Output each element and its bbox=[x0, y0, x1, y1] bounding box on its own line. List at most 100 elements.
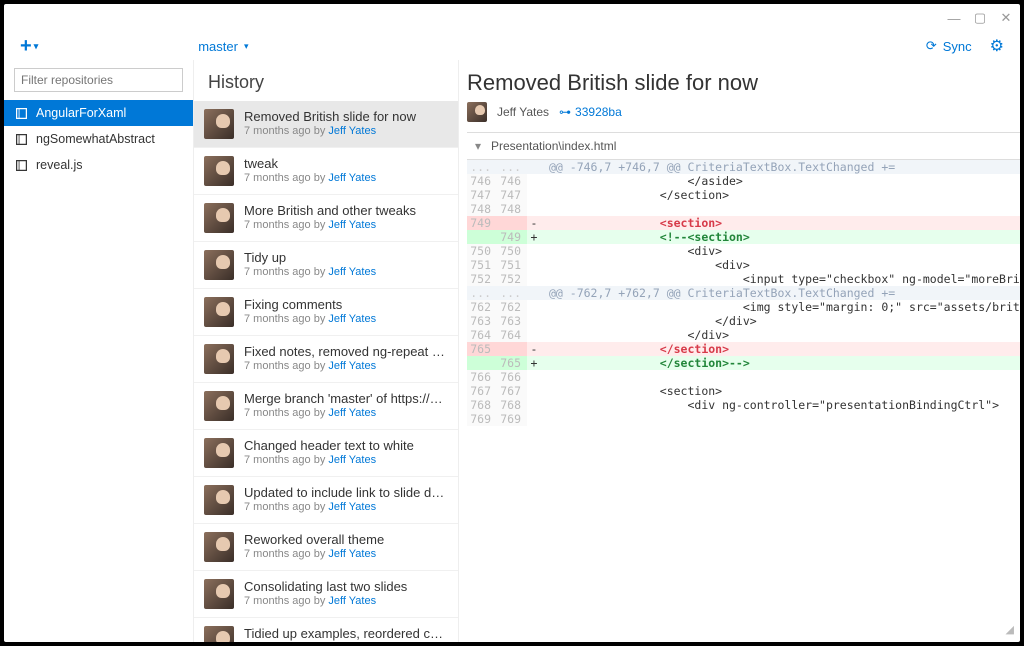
commit-title: Merge branch 'master' of https://github.… bbox=[244, 391, 448, 406]
window-titlebar: — ▢ ✕ bbox=[4, 4, 1020, 32]
filter-repos-input[interactable] bbox=[14, 68, 183, 92]
repo-sidebar: AngularForXaml ngSomewhatAbstract reveal.j… bbox=[4, 60, 194, 642]
commit-item[interactable]: Fixing comments7 months ago by Jeff Yate… bbox=[194, 289, 458, 336]
commit-item[interactable]: tweak7 months ago by Jeff Yates bbox=[194, 148, 458, 195]
repo-item[interactable]: AngularForXaml bbox=[4, 100, 193, 126]
avatar bbox=[204, 626, 234, 642]
repo-icon bbox=[14, 158, 28, 172]
avatar bbox=[204, 485, 234, 515]
diff-line: ......@@ -746,7 +746,7 @@ CriteriaTextBo… bbox=[467, 160, 1024, 174]
avatar bbox=[204, 156, 234, 186]
diff-line: 746746 </aside> bbox=[467, 174, 1024, 188]
diff-line: 750750 <div> bbox=[467, 244, 1024, 258]
avatar bbox=[204, 203, 234, 233]
chevron-down-icon: ▾ bbox=[475, 139, 491, 153]
commit-item[interactable]: More British and other tweaks7 months ag… bbox=[194, 195, 458, 242]
diff-line: 762762 <img style="margin: 0;" src="asse… bbox=[467, 300, 1024, 314]
commit-title: Consolidating last two slides bbox=[244, 579, 448, 594]
diff-line: 765+ </section>--> bbox=[467, 356, 1024, 370]
commit-title: Reworked overall theme bbox=[244, 532, 448, 547]
diff-line: 767767 <section> bbox=[467, 384, 1024, 398]
diff-line: 763763 </div> bbox=[467, 314, 1024, 328]
commit-item[interactable]: Reworked overall theme7 months ago by Je… bbox=[194, 524, 458, 571]
commit-title: Updated to include link to slide deck on… bbox=[244, 485, 448, 500]
diff-line: 769769 bbox=[467, 412, 1024, 426]
commit-meta: 7 months ago by Jeff Yates bbox=[244, 125, 448, 137]
commit-sha-link[interactable]: ⊶ 33928ba bbox=[559, 105, 622, 119]
branch-selector[interactable]: master ▾ bbox=[198, 39, 248, 54]
commit-meta: 7 months ago by Jeff Yates bbox=[244, 313, 448, 325]
commit-title: Tidy up bbox=[244, 250, 448, 265]
diff-line: ......@@ -762,7 +762,7 @@ CriteriaTextBo… bbox=[467, 286, 1024, 300]
diff-line: 748748 bbox=[467, 202, 1024, 216]
diff-line: 764764 </div> bbox=[467, 328, 1024, 342]
repo-item[interactable]: reveal.js bbox=[4, 152, 193, 178]
caret-down-icon: ▾ bbox=[244, 41, 249, 52]
avatar bbox=[204, 250, 234, 280]
sync-label: Sync bbox=[943, 39, 972, 54]
commit-item[interactable]: Updated to include link to slide deck on… bbox=[194, 477, 458, 524]
commit-title: Fixed notes, removed ng-repeat demo bbox=[244, 344, 448, 359]
commit-title: Tidied up examples, reordered content, e… bbox=[244, 626, 448, 641]
commit-meta: 7 months ago by Jeff Yates bbox=[244, 172, 448, 184]
diff-line: 749- <section> bbox=[467, 216, 1024, 230]
add-button[interactable]: + ▾ bbox=[20, 35, 38, 58]
close-button[interactable]: ✕ bbox=[1000, 12, 1012, 24]
diff-line: 766766 bbox=[467, 370, 1024, 384]
commit-title: Removed British slide for now bbox=[467, 70, 1024, 96]
commit-detail-panel: Removed British slide for now Jeff Yates… bbox=[459, 60, 1024, 642]
settings-button[interactable]: ⚙ bbox=[990, 36, 1004, 56]
toolbar: + ▾ master ▾ ⟳ Sync ⚙ bbox=[4, 32, 1020, 60]
commit-title: Fixing comments bbox=[244, 297, 448, 312]
commit-meta: 7 months ago by Jeff Yates bbox=[244, 360, 448, 372]
repo-item[interactable]: ngSomewhatAbstract bbox=[4, 126, 193, 152]
commit-meta: 7 months ago by Jeff Yates bbox=[244, 219, 448, 231]
commit-meta: 7 months ago by Jeff Yates bbox=[244, 595, 448, 607]
commit-item[interactable]: Changed header text to white7 months ago… bbox=[194, 430, 458, 477]
diff-line: 752752 <input type="checkbox" ng-model="… bbox=[467, 272, 1024, 286]
commit-item[interactable]: Fixed notes, removed ng-repeat demo7 mon… bbox=[194, 336, 458, 383]
commit-title: Changed header text to white bbox=[244, 438, 448, 453]
avatar bbox=[204, 579, 234, 609]
resize-grip[interactable]: ◢ bbox=[1006, 623, 1014, 636]
commit-meta: 7 months ago by Jeff Yates bbox=[244, 407, 448, 419]
gear-icon: ⚙ bbox=[990, 38, 1004, 55]
sync-button[interactable]: ⟳ Sync bbox=[926, 38, 972, 54]
sync-icon: ⟳ bbox=[926, 38, 937, 54]
branch-name: master bbox=[198, 39, 238, 54]
commit-title: tweak bbox=[244, 156, 448, 171]
commit-item[interactable]: Consolidating last two slides7 months ag… bbox=[194, 571, 458, 618]
caret-down-icon: ▾ bbox=[34, 41, 39, 52]
commit-item[interactable]: Merge branch 'master' of https://github.… bbox=[194, 383, 458, 430]
repo-name: ngSomewhatAbstract bbox=[36, 132, 155, 146]
commit-icon: ⊶ bbox=[559, 105, 571, 119]
commit-meta: 7 months ago by Jeff Yates bbox=[244, 548, 448, 560]
commit-list: Removed British slide for now7 months ag… bbox=[194, 101, 458, 642]
commit-meta: 7 months ago by Jeff Yates bbox=[244, 501, 448, 513]
avatar bbox=[204, 438, 234, 468]
history-panel: History Removed British slide for now7 m… bbox=[194, 60, 459, 642]
diff-line: 768768 <div ng-controller="presentationB… bbox=[467, 398, 1024, 412]
commit-item[interactable]: Removed British slide for now7 months ag… bbox=[194, 101, 458, 148]
diff-line: 765- </section> bbox=[467, 342, 1024, 356]
commit-item[interactable]: Tidy up7 months ago by Jeff Yates bbox=[194, 242, 458, 289]
file-path: Presentation\index.html bbox=[491, 139, 616, 153]
maximize-button[interactable]: ▢ bbox=[974, 12, 986, 24]
avatar bbox=[204, 532, 234, 562]
minimize-button[interactable]: — bbox=[948, 12, 960, 24]
repo-name: reveal.js bbox=[36, 158, 83, 172]
history-title: History bbox=[194, 60, 458, 101]
commit-item[interactable]: Tidied up examples, reordered content, e… bbox=[194, 618, 458, 642]
diff-body[interactable]: ......@@ -746,7 +746,7 @@ CriteriaTextBo… bbox=[467, 160, 1024, 642]
avatar bbox=[204, 109, 234, 139]
avatar bbox=[204, 391, 234, 421]
avatar bbox=[204, 344, 234, 374]
commit-title: Removed British slide for now bbox=[244, 109, 448, 124]
diff-line: 751751 <div> bbox=[467, 258, 1024, 272]
diff-file-header[interactable]: ▾ Presentation\index.html 4 bbox=[467, 132, 1024, 160]
diff-line: 749+ <!--<section> bbox=[467, 230, 1024, 244]
diff-line: 747747 </section> bbox=[467, 188, 1024, 202]
commit-meta: 7 months ago by Jeff Yates bbox=[244, 266, 448, 278]
plus-icon: + bbox=[20, 35, 32, 58]
author-avatar bbox=[467, 102, 487, 122]
